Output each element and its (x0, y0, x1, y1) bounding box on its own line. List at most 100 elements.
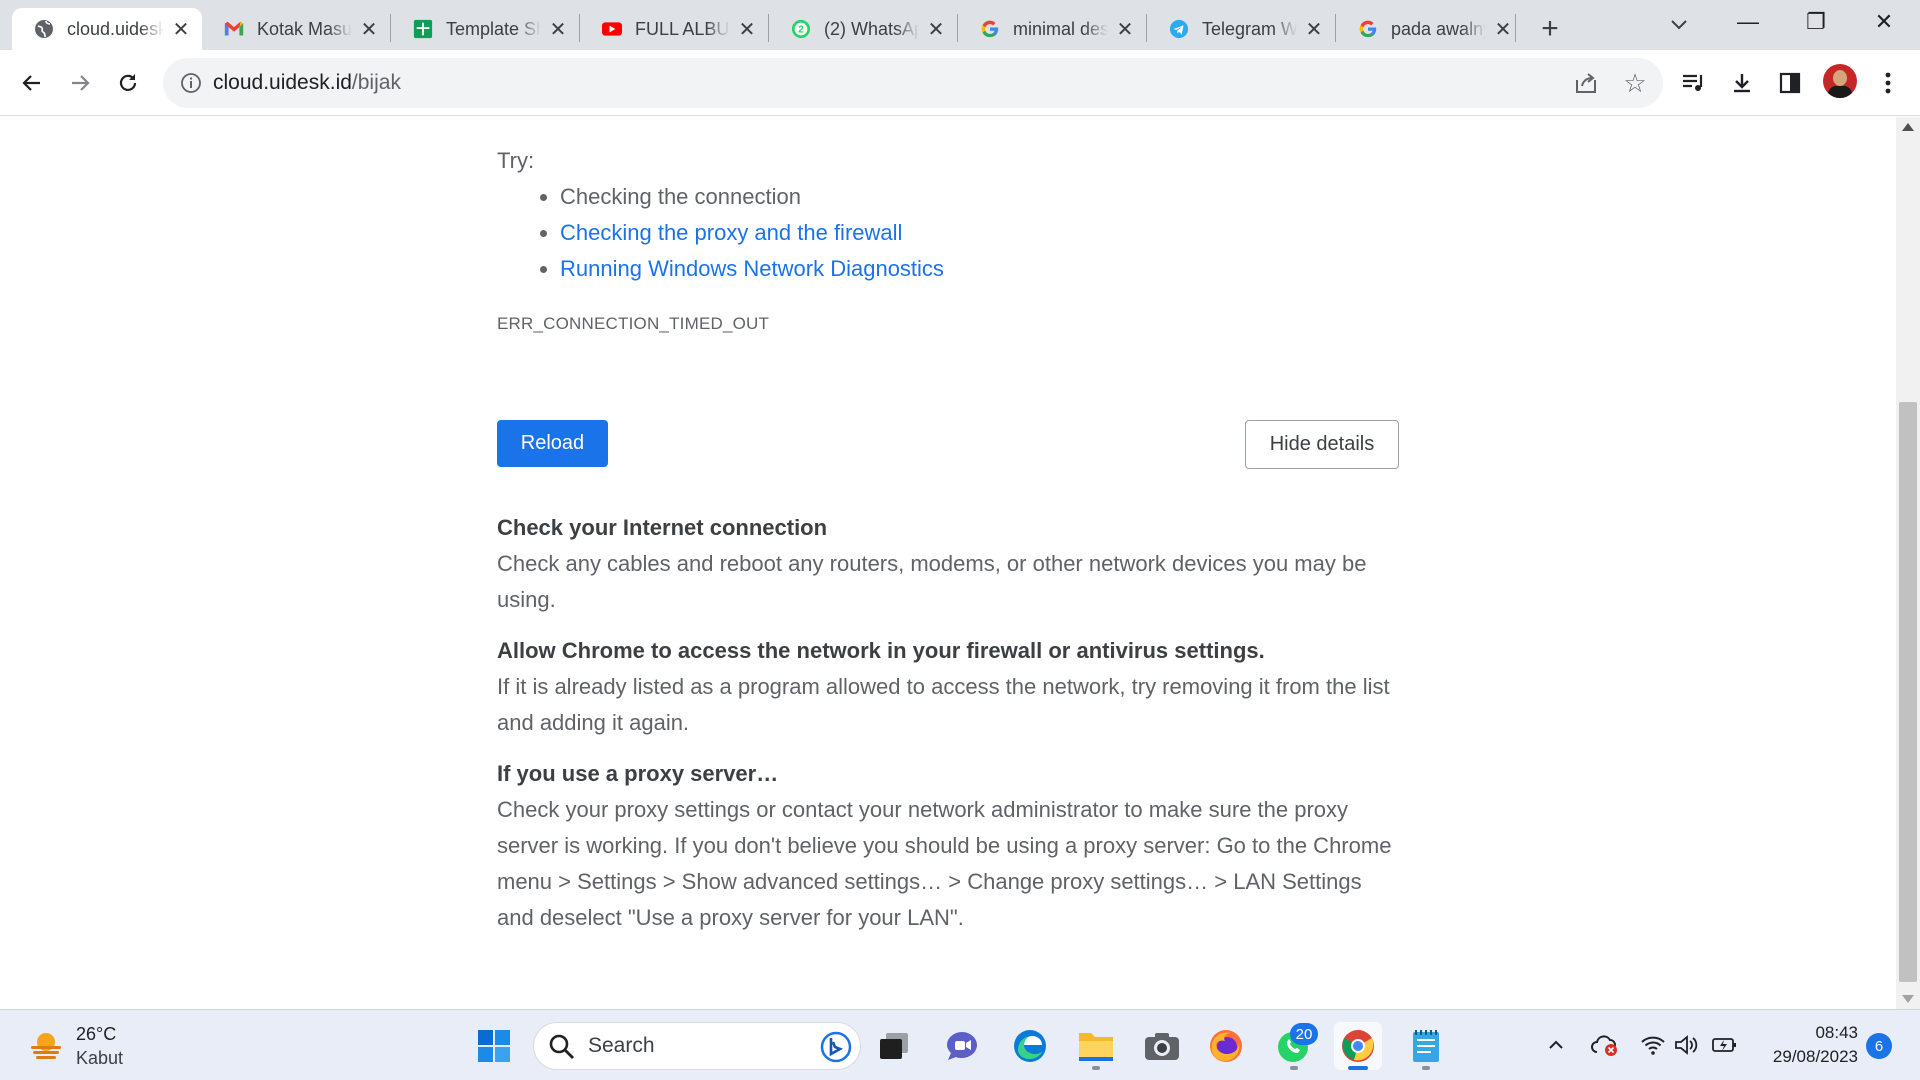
address-bar[interactable]: cloud.uidesk.id/bijak ☆ (163, 58, 1663, 108)
wifi-status[interactable] (1638, 1030, 1668, 1060)
close-window-button[interactable]: ✕ (1856, 4, 1912, 40)
start-button[interactable] (470, 1022, 518, 1070)
close-icon[interactable]: ✕ (736, 18, 758, 41)
suggestion-network-diagnostics-link[interactable]: Running Windows Network Diagnostics (540, 251, 944, 287)
tab-search-button[interactable] (1664, 10, 1694, 40)
minimize-button[interactable]: — (1720, 4, 1776, 40)
back-button[interactable] (14, 65, 50, 101)
weather-widget[interactable]: 26°C Kabut (28, 1022, 168, 1070)
browser-toolbar: cloud.uidesk.id/bijak ☆ (0, 50, 1920, 116)
globe-icon (34, 19, 54, 39)
tab-title: Kotak Masuk (257, 18, 352, 39)
edge-button[interactable] (1006, 1022, 1054, 1070)
weather-fog-icon (31, 1033, 61, 1059)
url-text[interactable]: cloud.uidesk.id/bijak (213, 71, 401, 95)
suggestion-check-connection: Checking the connection (540, 179, 944, 215)
avatar-face (1833, 70, 1847, 86)
tab-youtube[interactable]: FULL ALBUM ✕ (580, 8, 768, 50)
cloud-error-icon (1591, 1035, 1617, 1056)
windows-icon (478, 1030, 510, 1062)
tab-whatsapp[interactable]: 2 (2) WhatsApp ✕ (769, 8, 957, 50)
show-hidden-icons-button[interactable] (1541, 1030, 1571, 1060)
firefox-button[interactable] (1202, 1022, 1250, 1070)
hide-details-button[interactable]: Hide details (1245, 420, 1399, 469)
chat-icon (947, 1032, 977, 1060)
url-host: cloud.uidesk.id (213, 71, 352, 94)
task-view-icon (880, 1033, 908, 1059)
tab-google-minimal[interactable]: minimal desain ✕ (958, 8, 1146, 50)
tab-strip: cloud.uidesk.id/bijak ✕ Kotak Masuk ✕ Te… (0, 0, 1920, 50)
notepad-button[interactable] (1402, 1022, 1450, 1070)
running-indicator (1092, 1066, 1100, 1070)
camera-icon (1145, 1033, 1179, 1060)
battery-status[interactable] (1710, 1030, 1740, 1060)
profile-avatar[interactable] (1823, 64, 1857, 98)
system-clock[interactable]: 08:43 29/08/2023 (1748, 1021, 1858, 1069)
close-icon[interactable]: ✕ (170, 18, 192, 41)
clock-time: 08:43 (1815, 1023, 1858, 1042)
close-icon[interactable]: ✕ (1114, 18, 1136, 41)
help-section-firewall: Allow Chrome to access the network in yo… (497, 633, 1397, 741)
star-icon[interactable]: ☆ (1621, 68, 1649, 98)
forward-button[interactable] (62, 65, 98, 101)
wifi-icon (1641, 1036, 1665, 1055)
running-indicator (1290, 1066, 1298, 1070)
notepad-icon (1413, 1030, 1439, 1062)
scroll-thumb[interactable] (1899, 402, 1917, 982)
error-code: ERR_CONNECTION_TIMED_OUT (497, 314, 770, 333)
media-control-button[interactable] (1676, 65, 1712, 101)
vertical-scrollbar[interactable] (1896, 117, 1920, 1009)
teams-chat-button[interactable] (938, 1022, 986, 1070)
side-panel-icon (1779, 72, 1801, 94)
close-icon[interactable]: ✕ (358, 18, 380, 41)
suggestion-check-proxy-link[interactable]: Checking the proxy and the firewall (540, 215, 944, 251)
tab-title: minimal desain (1013, 18, 1108, 39)
battery-charging-icon (1712, 1038, 1736, 1052)
search-icon (549, 1034, 574, 1059)
tab-title: Telegram Web (1202, 18, 1297, 39)
tab-title: pada awalnya (1391, 18, 1486, 39)
downloads-button[interactable] (1724, 65, 1760, 101)
tab-telegram[interactable]: Telegram Web ✕ (1147, 8, 1335, 50)
youtube-icon (602, 19, 622, 39)
tab-active[interactable]: cloud.uidesk.id/bijak ✕ (12, 8, 202, 50)
tab-title: Template Sheets (446, 18, 541, 39)
new-tab-button[interactable]: + (1533, 12, 1567, 46)
tab-gmail[interactable]: Kotak Masuk ✕ (202, 8, 390, 50)
camera-button[interactable] (1138, 1022, 1186, 1070)
browser-menu-button[interactable] (1870, 65, 1906, 101)
close-icon[interactable]: ✕ (1492, 18, 1514, 41)
chrome-taskbar-button[interactable] (1334, 1022, 1382, 1070)
close-icon[interactable]: ✕ (547, 18, 569, 41)
sheets-icon (413, 19, 433, 39)
help-section-proxy: If you use a proxy server… Check your pr… (497, 756, 1397, 936)
scroll-down-arrow[interactable] (1902, 995, 1914, 1003)
scroll-up-arrow[interactable] (1902, 123, 1914, 131)
notification-center-badge[interactable]: 6 (1866, 1033, 1892, 1059)
google-icon (1358, 19, 1378, 39)
tab-sheets[interactable]: Template Sheets ✕ (391, 8, 579, 50)
media-queue-icon (1683, 74, 1703, 91)
chrome-icon (1342, 1030, 1374, 1062)
tab-google-awal[interactable]: pada awalnya ✕ (1336, 8, 1524, 50)
volume-status[interactable] (1672, 1030, 1702, 1060)
info-icon[interactable] (179, 71, 203, 95)
refresh-icon (119, 74, 137, 91)
tab-title: (2) WhatsApp (824, 18, 919, 39)
reload-page-button[interactable] (110, 65, 146, 101)
close-icon[interactable]: ✕ (925, 18, 947, 41)
help-heading: Check your Internet connection (497, 515, 828, 540)
reload-button[interactable]: Reload (497, 420, 608, 467)
running-indicator (1422, 1066, 1430, 1070)
onedrive-status[interactable] (1590, 1030, 1620, 1060)
file-explorer-button[interactable] (1072, 1022, 1120, 1070)
help-section-internet: Check your Internet connection Check any… (497, 510, 1397, 618)
taskbar-search[interactable]: Search (533, 1022, 861, 1070)
share-icon[interactable] (1573, 70, 1601, 98)
help-body: Check your proxy settings or contact you… (497, 797, 1392, 930)
maximize-button[interactable]: ❐ (1788, 4, 1844, 40)
side-panel-button[interactable] (1772, 65, 1808, 101)
whatsapp-taskbar-button[interactable]: 20 (1270, 1022, 1318, 1070)
close-icon[interactable]: ✕ (1303, 18, 1325, 41)
task-view-button[interactable] (870, 1022, 918, 1070)
